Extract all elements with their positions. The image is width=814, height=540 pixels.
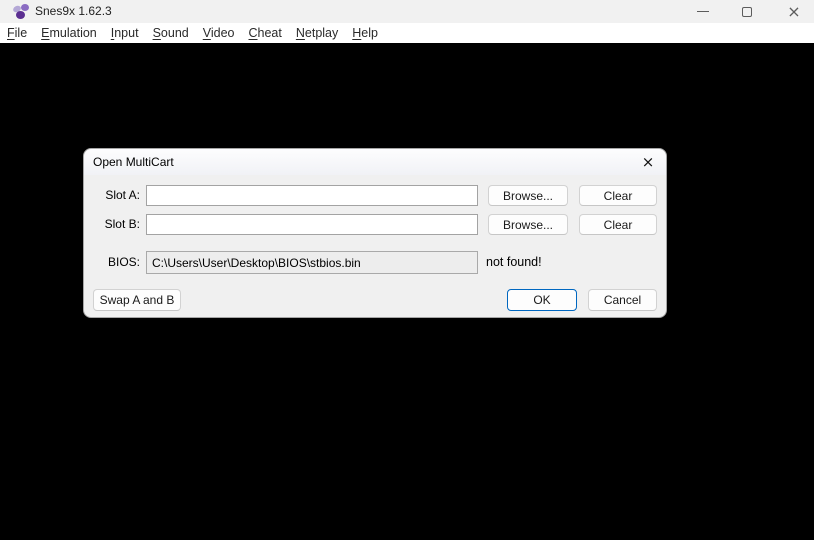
- swap-a-and-b-button[interactable]: Swap A and B: [93, 289, 181, 311]
- dialog-close-button[interactable]: ×: [637, 152, 659, 172]
- slot-b-label: Slot B:: [104, 217, 140, 231]
- menu-label-rest: mulation: [49, 26, 97, 40]
- menu-label-rest: heat: [257, 26, 282, 40]
- close-icon: ×: [787, 1, 801, 21]
- menu-label-rest: elp: [361, 26, 378, 40]
- slot-b-clear-button[interactable]: Clear: [579, 214, 657, 235]
- close-icon: ×: [641, 152, 655, 171]
- menu-bar: File Emulation Input Sound Video Cheat N…: [0, 23, 814, 43]
- close-button[interactable]: ×: [778, 0, 810, 23]
- maximize-button[interactable]: [731, 0, 763, 23]
- snes9x-logo-icon: [12, 3, 30, 20]
- menu-item-help[interactable]: Help: [345, 23, 385, 43]
- bios-status: not found!: [486, 255, 542, 269]
- ok-button[interactable]: OK: [507, 289, 577, 311]
- menu-label-rest: ound: [160, 26, 189, 40]
- menu-item-emulation[interactable]: Emulation: [34, 23, 104, 43]
- menu-label-mnemonic: F: [7, 26, 15, 40]
- dialog-titlebar: Open MultiCart ×: [84, 149, 666, 175]
- menu-label-mnemonic: S: [152, 26, 161, 40]
- slot-a-browse-button[interactable]: Browse...: [488, 185, 568, 206]
- slot-b-input[interactable]: [146, 214, 478, 235]
- menu-label-mnemonic: H: [352, 26, 362, 40]
- menu-label-rest: etplay: [304, 26, 339, 40]
- window-title: Snes9x 1.62.3: [35, 4, 112, 18]
- slot-a-clear-button[interactable]: Clear: [579, 185, 657, 206]
- menu-label-mnemonic: E: [41, 26, 50, 40]
- menu-label-mnemonic: C: [248, 26, 258, 40]
- bios-path-field: [146, 251, 478, 274]
- menu-item-input[interactable]: Input: [104, 23, 146, 43]
- menu-item-file[interactable]: File: [0, 23, 34, 43]
- maximize-icon: [742, 6, 752, 17]
- bios-label: BIOS:: [107, 255, 140, 269]
- slot-b-browse-button[interactable]: Browse...: [488, 214, 568, 235]
- menu-label-rest: nput: [114, 26, 139, 40]
- menu-item-video[interactable]: Video: [196, 23, 242, 43]
- cancel-button[interactable]: Cancel: [588, 289, 657, 311]
- dialog-title: Open MultiCart: [93, 155, 174, 169]
- menu-label-rest: ile: [14, 26, 28, 40]
- slot-a-input[interactable]: [146, 185, 478, 206]
- slot-a-label: Slot A:: [105, 188, 140, 202]
- minimize-button[interactable]: [687, 0, 719, 23]
- open-multicart-dialog: Open MultiCart × Slot A: Browse... Clear…: [83, 148, 667, 318]
- minimize-icon: [697, 11, 709, 12]
- menu-item-netplay[interactable]: Netplay: [289, 23, 345, 43]
- menu-label-mnemonic: N: [295, 26, 305, 40]
- menu-label-mnemonic: V: [202, 26, 211, 40]
- window-titlebar: Snes9x 1.62.3 ×: [0, 0, 814, 23]
- menu-item-cheat[interactable]: Cheat: [242, 23, 289, 43]
- menu-label-rest: ideo: [210, 26, 235, 40]
- menu-item-sound[interactable]: Sound: [146, 23, 196, 43]
